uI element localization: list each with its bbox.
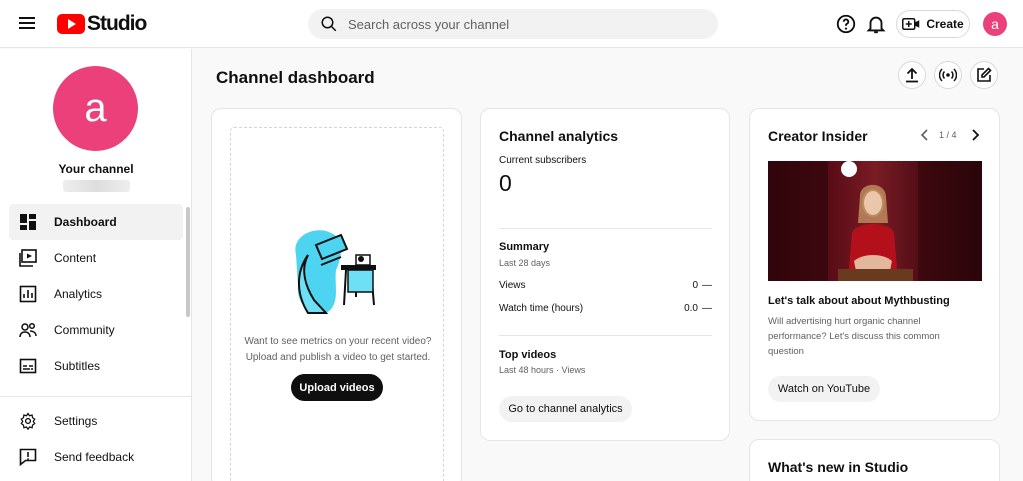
sidebar-nav: Dashboard Content Analytics Community Su… — [9, 204, 183, 384]
dashboard-icon — [18, 212, 38, 232]
summary-period: Last 28 days — [499, 258, 551, 268]
video-thumbnail[interactable] — [768, 161, 982, 281]
channel-avatar[interactable]: a — [53, 66, 138, 151]
video-title[interactable]: Let's talk about about Mythbusting — [768, 295, 950, 307]
creator-insider-card: Creator Insider 1 / 4 Let's talk about a… — [749, 108, 1000, 421]
feedback-icon — [18, 447, 38, 467]
upload-icon — [906, 67, 918, 83]
whats-new-title: What's new in Studio — [768, 459, 909, 475]
search-input[interactable] — [348, 16, 688, 32]
whats-new-card: What's new in Studio — [749, 439, 1000, 481]
video-description-line3: question — [768, 346, 804, 357]
create-post-button[interactable] — [970, 61, 998, 89]
edit-icon — [977, 67, 992, 82]
upload-card: Want to see metrics on your recent video… — [211, 108, 462, 481]
watch-time-value: 0.0 — [684, 303, 698, 314]
top-bar: Studio Create a — [0, 0, 1023, 48]
upload-prompt-line2: Upload and publish a video to get starte… — [245, 352, 431, 363]
divider — [499, 228, 712, 229]
upload-button[interactable] — [898, 61, 926, 89]
summary-title: Summary — [499, 241, 550, 253]
sidebar: a Your channel Dashboard Content Analyti… — [0, 49, 192, 481]
divider — [499, 335, 712, 336]
create-button[interactable]: Create — [896, 10, 970, 38]
sidebar-item-dashboard[interactable]: Dashboard — [9, 204, 183, 240]
sidebar-divider — [0, 396, 191, 397]
youtube-play-icon — [57, 14, 85, 34]
subscribers-label: Current subscribers — [499, 155, 587, 166]
upload-prompt-line1: Want to see metrics on your recent video… — [244, 336, 432, 347]
create-video-icon — [902, 18, 920, 30]
sidebar-item-label: Settings — [54, 414, 98, 428]
video-description-line2: performance? Let's discuss this common — [768, 331, 940, 342]
sidebar-item-label: Send feedback — [54, 450, 135, 464]
chevron-left-icon[interactable] — [920, 129, 930, 141]
watch-on-youtube-button[interactable]: Watch on YouTube — [768, 376, 880, 402]
create-label: Create — [926, 17, 964, 31]
sidebar-bottom-nav: Settings Send feedback — [9, 403, 183, 475]
subscribers-count: 0 — [499, 170, 512, 196]
go-to-analytics-button[interactable]: Go to channel analytics — [499, 396, 632, 422]
studio-logo[interactable]: Studio — [57, 12, 147, 36]
watch-time-delta: — — [702, 303, 712, 314]
sidebar-scrollbar[interactable] — [186, 207, 190, 317]
sidebar-item-community[interactable]: Community — [9, 312, 183, 348]
sidebar-item-label: Dashboard — [54, 215, 117, 229]
channel-analytics-card: Channel analytics Current subscribers 0 … — [480, 108, 730, 441]
views-row: Views 0 — — [499, 280, 712, 291]
top-videos-period: Last 48 hours · Views — [499, 365, 586, 375]
watch-time-row: Watch time (hours) 0.0 — — [499, 303, 712, 314]
video-description-line1: Will advertising hurt organic channel — [768, 316, 921, 327]
menu-icon[interactable] — [17, 14, 39, 34]
notifications-icon[interactable] — [865, 13, 887, 35]
upload-prompt: Want to see metrics on your recent video… — [231, 334, 445, 366]
sidebar-item-label: Subtitles — [54, 359, 101, 373]
sidebar-item-send-feedback[interactable]: Send feedback — [9, 439, 183, 475]
subtitles-icon — [18, 356, 38, 376]
channel-name-blurred — [63, 180, 130, 192]
analytics-title: Channel analytics — [499, 128, 619, 144]
video-description: Will advertising hurt organic channel pe… — [768, 314, 982, 359]
pager: 1 / 4 — [939, 130, 957, 140]
analytics-icon — [18, 284, 38, 304]
search-bar[interactable] — [308, 9, 718, 39]
upload-drop-area: Want to see metrics on your recent video… — [230, 127, 444, 481]
page-title: Channel dashboard — [216, 68, 375, 87]
account-avatar[interactable]: a — [983, 12, 1007, 36]
watch-time-label: Watch time (hours) — [499, 303, 584, 314]
sidebar-item-label: Content — [54, 251, 97, 265]
upload-videos-button[interactable]: Upload videos — [291, 374, 383, 401]
sidebar-item-subtitles[interactable]: Subtitles — [9, 348, 183, 384]
upload-illustration — [295, 230, 376, 314]
logo-text: Studio — [87, 12, 147, 35]
top-videos-title: Top videos — [499, 349, 557, 361]
presenter-image — [768, 161, 982, 281]
sidebar-item-analytics[interactable]: Analytics — [9, 276, 183, 312]
views-label: Views — [499, 280, 526, 291]
your-channel-label: Your channel — [58, 162, 134, 176]
sidebar-item-label: Community — [54, 323, 115, 337]
help-icon[interactable] — [835, 13, 857, 35]
sidebar-item-label: Analytics — [54, 287, 103, 301]
community-icon — [18, 320, 38, 340]
gear-icon — [18, 411, 38, 431]
sidebar-item-settings[interactable]: Settings — [9, 403, 183, 439]
live-broadcast-icon — [939, 68, 957, 82]
search-icon — [321, 16, 337, 32]
sidebar-item-content[interactable]: Content — [9, 240, 183, 276]
views-delta: — — [702, 280, 712, 291]
content-icon — [18, 248, 38, 268]
chevron-right-icon[interactable] — [970, 129, 980, 141]
creator-insider-title: Creator Insider — [768, 128, 868, 144]
go-live-button[interactable] — [934, 61, 962, 89]
